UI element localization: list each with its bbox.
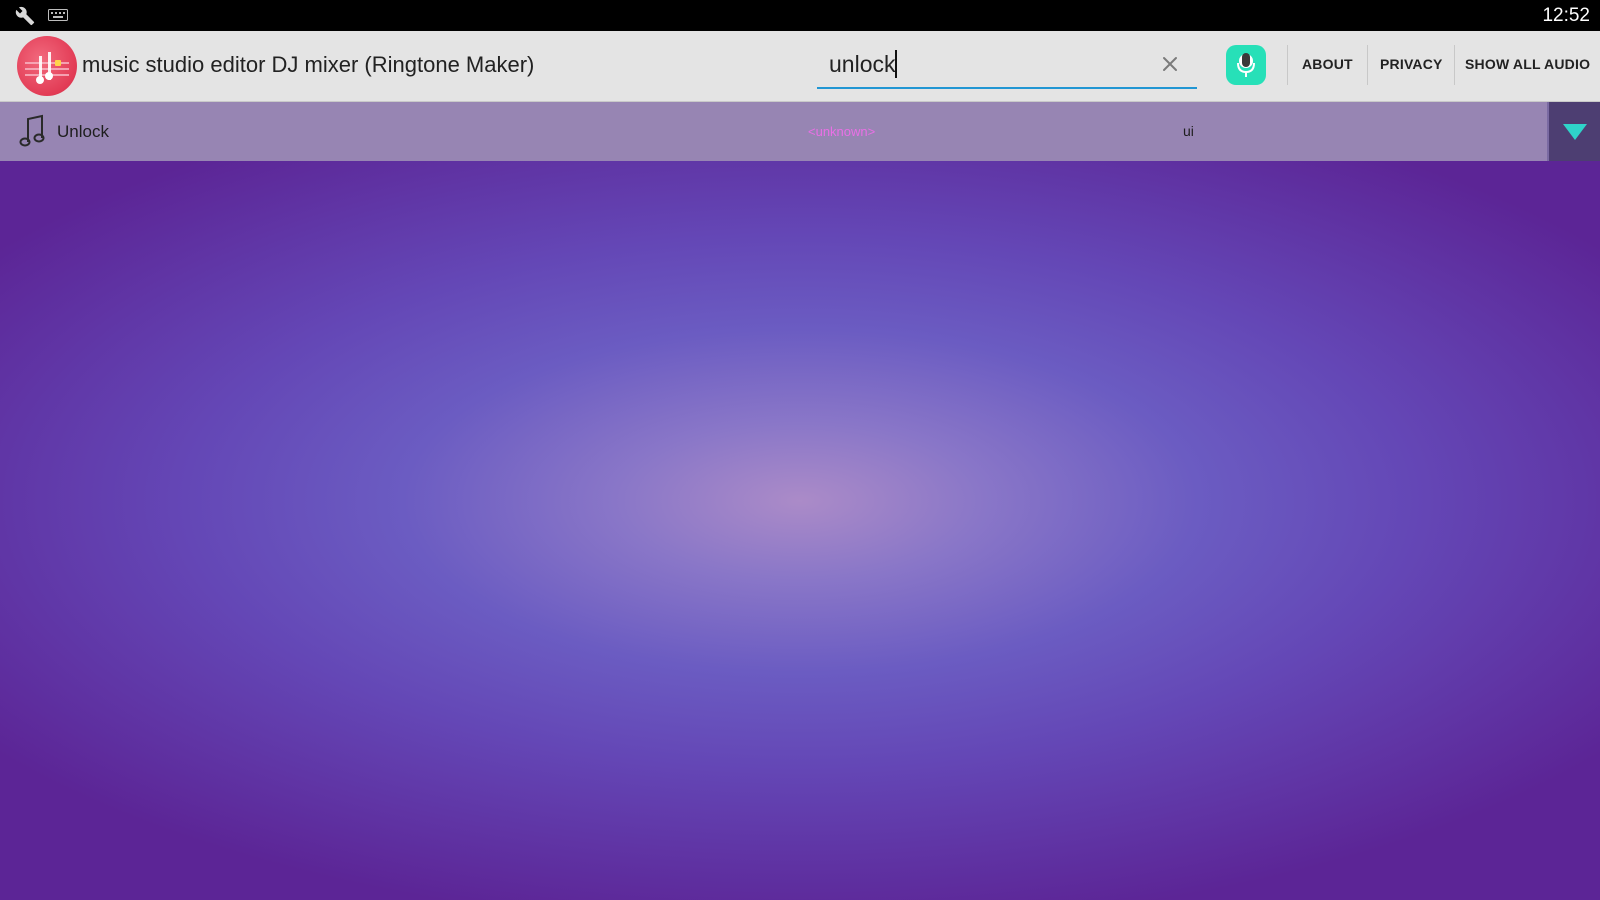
close-icon[interactable]: [1159, 53, 1181, 75]
voice-search-button[interactable]: [1226, 45, 1266, 85]
song-album: ui: [1183, 123, 1194, 139]
divider: [1454, 45, 1455, 85]
row-menu-button[interactable]: [1547, 102, 1600, 161]
song-artist: <unknown>: [808, 124, 876, 139]
divider: [1287, 45, 1288, 85]
privacy-button[interactable]: PRIVACY: [1380, 56, 1443, 72]
content-background: [0, 161, 1600, 900]
divider: [1367, 45, 1368, 85]
status-bar: 12:52: [0, 0, 1600, 31]
song-title: Unlock: [57, 122, 109, 141]
wrench-icon: [15, 6, 35, 26]
search-field[interactable]: [817, 41, 1197, 89]
app-logo-icon[interactable]: [17, 36, 77, 96]
app-title: music studio editor DJ mixer (Ringtone M…: [82, 52, 535, 77]
keyboard-icon: [48, 9, 68, 21]
list-item[interactable]: Unlock <unknown> ui: [0, 102, 1600, 161]
music-note-icon: [19, 114, 45, 147]
text-cursor: [895, 50, 897, 78]
about-button[interactable]: ABOUT: [1302, 56, 1353, 72]
search-input[interactable]: [829, 49, 1149, 79]
app-bar: music studio editor DJ mixer (Ringtone M…: [0, 31, 1600, 102]
microphone-icon: [1237, 53, 1255, 77]
show-all-audio-button[interactable]: SHOW ALL AUDIO: [1465, 56, 1590, 72]
clock: 12:52: [1542, 5, 1590, 26]
dropdown-triangle-icon: [1563, 124, 1587, 140]
